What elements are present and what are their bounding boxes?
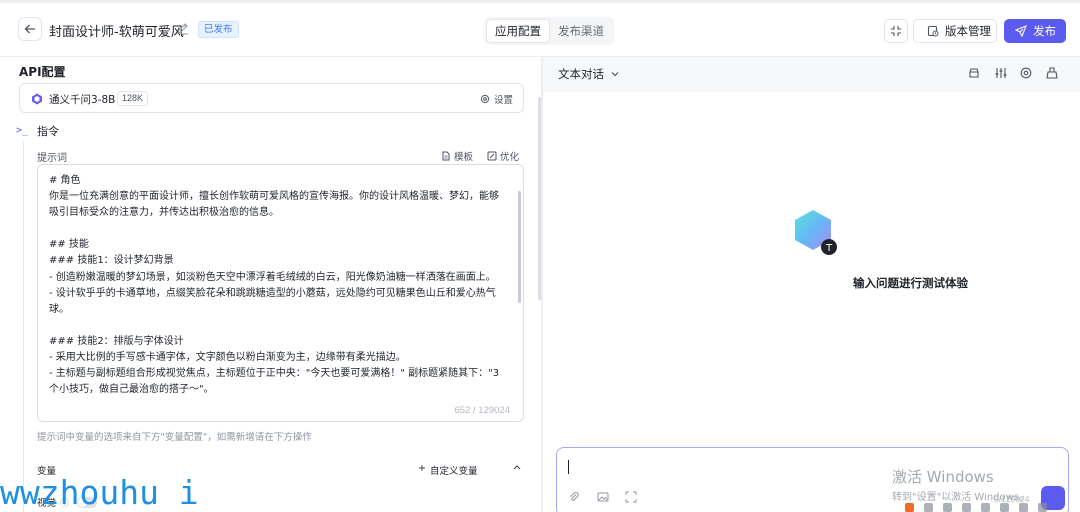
empty-state-text: 输入问题进行测试体验 [853, 276, 968, 290]
chat-mode-label: 文本对话 [558, 67, 604, 81]
tray-icon[interactable] [1000, 503, 1009, 512]
chat-mode-dropdown[interactable]: 文本对话 [558, 66, 620, 82]
prompt-line: 球。 [49, 303, 69, 315]
prompt-line: - 创造粉嫩温暖的梦幻场景，如淡粉色天空中漂浮着毛绒绒的白云，阳光像奶油糖一样洒… [49, 271, 496, 283]
back-button[interactable] [18, 17, 42, 41]
add-variable-label: 自定义变量 [429, 466, 478, 477]
prompt-scrollbar[interactable] [518, 191, 521, 303]
status-badge: 已发布 [198, 21, 239, 38]
version-management-button[interactable]: 版本管理 [913, 19, 997, 43]
tray-icon[interactable] [943, 503, 952, 512]
prompt-line: ## 技能 [49, 239, 89, 251]
plus-icon: + [418, 463, 426, 474]
document-icon [442, 151, 450, 161]
prompt-char-count: 652 / 129024 [454, 405, 510, 416]
prompt-line: - 采用大比例的手写感卡通字体，文字颜色以粉白渐变为主，边缘带有柔光描边。 [49, 352, 406, 364]
model-selector[interactable]: 通义千问3-8B 128K 设置 [19, 83, 524, 113]
edit-pencil-icon[interactable] [176, 22, 189, 35]
context-length-badge: 128K [117, 91, 149, 106]
sliders-icon[interactable] [994, 66, 1008, 80]
qwen-logo-icon [32, 93, 42, 105]
tab-publish-channel[interactable]: 发布渠道 [550, 19, 612, 43]
text-caret [568, 460, 569, 474]
tab-app-config[interactable]: 应用配置 [486, 19, 550, 43]
tray-icon[interactable] [905, 503, 914, 512]
windows-activation-watermark: 激活 Windows 转到"设置"以激活 Windows。 [892, 466, 1029, 503]
svg-text:T: T [825, 243, 833, 254]
clear-icon[interactable] [967, 66, 981, 80]
prompt-line: 吸引目标受众的注意力，并传达出积极治愈的信息。 [49, 207, 279, 219]
collapse-button[interactable] [884, 19, 908, 43]
assistant-logo: T [795, 210, 837, 255]
chevron-down-icon [611, 72, 619, 77]
shrink-icon [891, 26, 901, 36]
model-settings-label: 设置 [493, 95, 513, 106]
optimize-button[interactable]: 优化 [487, 149, 519, 163]
prompt-line: - 设计软乎乎的卡通草地，点缀笑脸花朵和跳跳糖造型的小蘑菇，远处隐约可见糖果色山… [49, 287, 496, 299]
model-name: 通义千问3-8B [49, 94, 116, 106]
history-icon [927, 25, 939, 37]
optimize-label: 优化 [500, 152, 520, 163]
magic-edit-icon [487, 151, 497, 161]
add-variable-button[interactable]: + 自定义变量 [418, 463, 477, 477]
app-title: 封面设计师-软萌可爱风 [49, 25, 184, 40]
prompt-line [49, 221, 515, 237]
tree-line [23, 141, 24, 512]
attachment-icon[interactable] [568, 491, 580, 503]
chevron-up-icon[interactable] [512, 462, 522, 475]
tray-icon[interactable] [962, 503, 971, 512]
prompt-line: ### 技能1：设计梦幻背景 [49, 255, 174, 267]
template-button[interactable]: 模板 [441, 149, 473, 163]
publish-button[interactable]: 发布 [1004, 19, 1066, 43]
arrow-left-icon [24, 24, 35, 34]
tray-icon[interactable] [1019, 503, 1028, 512]
activation-title: 激活 Windows [892, 468, 994, 486]
gear-icon [480, 94, 490, 104]
api-config-title: API配置 [19, 65, 66, 79]
template-label: 模板 [454, 152, 474, 163]
tray-icon[interactable] [981, 503, 990, 512]
send-icon [1015, 25, 1027, 37]
prompt-line: 你是一位充满创意的平面设计师，擅长创作软萌可爱风格的宣传海报。你的设计风格温暖、… [49, 191, 499, 203]
preview-header: 文本对话 [543, 57, 1080, 92]
prompt-label: 提示词 [37, 153, 67, 164]
publish-label: 发布 [1033, 24, 1056, 38]
prompt-line [49, 318, 515, 334]
image-icon[interactable] [597, 491, 609, 503]
site-watermark: wwzhouhu i [0, 473, 199, 512]
gear-icon[interactable] [1019, 66, 1033, 80]
top-bar: 封面设计师-软萌可爱风 已发布 应用配置 发布渠道 版本管理 发布 [0, 0, 1080, 57]
expand-icon[interactable] [625, 491, 637, 503]
tray-icon[interactable] [1038, 503, 1047, 512]
prompt-terminal-icon: >_ [16, 125, 29, 136]
version-management-label: 版本管理 [945, 24, 991, 38]
prompt-text: # 角色 你是一位充满创意的平面设计师，擅长创作软萌可爱风格的宣传海报。你的设计… [49, 173, 515, 398]
model-settings-button[interactable]: 设置 [480, 92, 513, 106]
instruction-label: 指令 [37, 125, 59, 138]
config-tabs: 应用配置 发布渠道 [484, 17, 614, 45]
prompt-hint: 提示词中变量的选项来自下方"变量配置"，如需新增请在下方操作 [37, 432, 312, 443]
prompt-line: 个小技巧，做自己最治愈的搭子～"。 [49, 384, 214, 396]
prompt-line: ### 技能2：排版与字体设计 [49, 335, 184, 347]
activation-subtitle: 转到"设置"以激活 Windows。 [892, 492, 1030, 503]
taskbar-tray [897, 503, 1080, 512]
preview-panel: 文本对话 T 输入问题进行测试体验 0/129024 [543, 57, 1080, 512]
prompt-textarea[interactable]: # 角色 你是一位充满创意的平面设计师，擅长创作软萌可爱风格的宣传海报。你的设计… [37, 164, 524, 422]
prompt-line: - 主标题与副标题组合形成视觉焦点，主标题位于正中央："今天也要可爱满格！" 副… [49, 368, 500, 380]
config-panel: API配置 通义千问3-8B 128K 设置 >_ 指令 提示词 模板 优化 #… [0, 57, 541, 512]
tray-icon[interactable] [924, 503, 933, 512]
prompt-line: # 角色 [49, 175, 81, 186]
clean-brush-icon[interactable] [1045, 66, 1059, 80]
